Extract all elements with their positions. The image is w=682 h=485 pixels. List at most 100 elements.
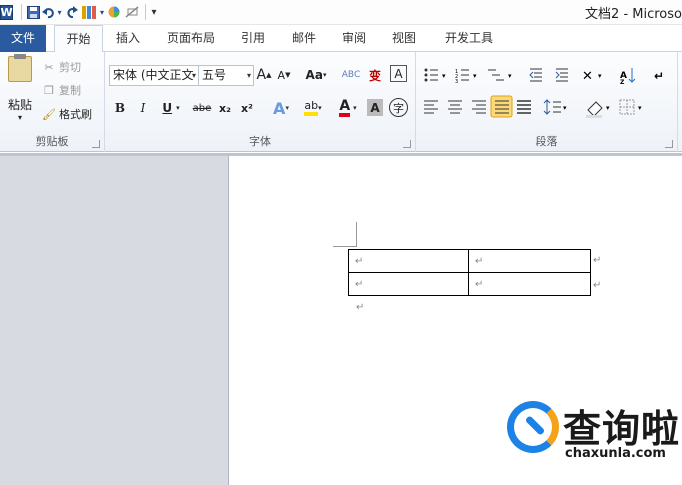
save-icon[interactable] [25, 2, 41, 22]
line-spacing-icon[interactable]: ▾ [543, 99, 567, 115]
subscript-button[interactable]: x₂ [216, 98, 234, 118]
clear-formatting-icon: ABC [341, 70, 361, 80]
paste-button[interactable]: 粘贴 ▾ [5, 54, 35, 122]
tab-page-layout[interactable]: 页面布局 [160, 25, 222, 52]
title-bar: W ▾ ▾ ▾ 文档2 - Microso [0, 0, 682, 25]
increase-indent-icon[interactable] [555, 68, 568, 82]
phonetic-guide-button[interactable]: 变 [365, 65, 385, 85]
format-painter-icon[interactable] [80, 2, 98, 22]
eraser-icon[interactable] [122, 2, 142, 22]
table-cell[interactable]: ↵ [468, 272, 591, 296]
align-right-icon[interactable] [472, 100, 486, 114]
font-color-dropdown-icon: ▾ [353, 104, 357, 112]
highlight-button[interactable]: ab ▾ [298, 98, 328, 118]
tab-insert[interactable]: 插入 [110, 25, 146, 52]
undo-dropdown-icon[interactable]: ▾ [55, 2, 64, 22]
paste-label: 粘贴 [7, 98, 32, 112]
chinese-layout-icon[interactable]: ✕ ▾ [582, 69, 602, 84]
cut-button[interactable]: ✂ 剪切 [42, 57, 81, 77]
text-effects-dropdown-icon: ▾ [285, 104, 289, 112]
svg-text:▾: ▾ [508, 72, 512, 80]
font-size-value: 五号 [202, 68, 227, 82]
superscript-icon: x² [241, 101, 253, 115]
tab-developer[interactable]: 开发工具 [438, 25, 500, 52]
font-size-dropdown-icon[interactable]: ▾ [247, 66, 251, 85]
document-table[interactable]: ↵ ↵ ↵ ↵ [348, 249, 591, 296]
distributed-icon[interactable] [517, 100, 531, 114]
row-end-mark: ↵ [593, 280, 602, 291]
font-launcher-icon[interactable] [403, 140, 411, 148]
undo-icon[interactable] [41, 2, 55, 22]
redo-icon[interactable] [64, 2, 80, 22]
quick-access-toolbar: W ▾ ▾ ▾ [0, 2, 159, 22]
font-size-combo[interactable]: 五号 ▾ [198, 65, 254, 86]
shrink-font-button[interactable]: A ▼ [275, 65, 293, 85]
borders-icon[interactable]: ▾ [619, 99, 642, 115]
character-shading-button[interactable]: A [367, 99, 383, 116]
svg-text:▾: ▾ [563, 104, 567, 112]
paragraph-launcher-icon[interactable] [665, 140, 673, 148]
enclose-characters-button[interactable]: 字 [389, 98, 408, 117]
paragraph-mark: ↵ [356, 302, 365, 313]
justify-icon[interactable] [490, 95, 513, 118]
font-color-button[interactable]: A ▾ [334, 98, 362, 118]
ribbon: 粘贴 ▾ ✂ 剪切 ❐ 复制 🖌 格式刷 剪贴板 宋体 (中文正文 ▾ 五号 ▾… [0, 52, 682, 152]
font-name-combo[interactable]: 宋体 (中文正文 ▾ [109, 65, 199, 86]
text-effects-button[interactable]: A ▾ [268, 98, 294, 118]
enclose-characters-icon: 字 [393, 101, 404, 115]
bullets-icon[interactable]: ▾ [424, 68, 447, 82]
shading-icon[interactable]: ▾ [586, 101, 610, 118]
strikethrough-button[interactable]: abe [191, 98, 213, 118]
italic-button[interactable]: I [134, 98, 152, 118]
format-painter-dropdown-icon[interactable]: ▾ [98, 2, 106, 22]
paste-dropdown-icon[interactable]: ▾ [5, 113, 35, 122]
table-cell[interactable]: ↵ [468, 249, 591, 273]
clear-formatting-button[interactable]: ABC [341, 65, 361, 85]
tab-mailings[interactable]: 邮件 [286, 25, 322, 52]
superscript-button[interactable]: x² [238, 98, 256, 118]
grow-font-icon: A [256, 67, 267, 83]
tab-home[interactable]: 开始 [54, 25, 103, 53]
tab-review[interactable]: 审阅 [336, 25, 372, 52]
copy-button[interactable]: ❐ 复制 [42, 80, 81, 100]
scissors-icon: ✂ [44, 60, 54, 74]
svg-text:▾: ▾ [598, 72, 602, 80]
grow-font-button[interactable]: A ▲ [255, 65, 273, 85]
bold-button[interactable]: B [111, 98, 129, 118]
table-cell[interactable]: ↵ [348, 272, 469, 296]
underline-button[interactable]: U ▾ [157, 98, 185, 118]
clipboard-launcher-icon[interactable] [92, 140, 100, 148]
numbering-icon[interactable]: 123▾ [455, 69, 477, 85]
qat-separator-2 [145, 4, 146, 20]
multilevel-list-icon[interactable]: ▾ [488, 69, 512, 81]
watermark-url: chaxunla.com [565, 446, 666, 461]
svg-text:✕: ✕ [582, 69, 593, 84]
tab-view[interactable]: 视图 [386, 25, 422, 52]
align-left-icon[interactable] [424, 100, 438, 114]
brush-icon: 🖌 [42, 107, 56, 121]
font-group-label: 字体 [249, 135, 271, 148]
show-marks-icon[interactable]: ↵ [654, 69, 664, 83]
tab-references[interactable]: 引用 [236, 25, 270, 52]
align-center-icon[interactable] [448, 100, 462, 114]
row-end-mark: ↵ [593, 255, 602, 266]
word-logo-icon[interactable]: W [0, 4, 13, 20]
sort-icon[interactable]: AZ [620, 68, 636, 86]
color-wheel-icon[interactable] [106, 2, 122, 22]
change-case-button[interactable]: Aa ▾ [302, 65, 330, 85]
font-name-dropdown-icon[interactable]: ▾ [192, 66, 196, 85]
font-group: 宋体 (中文正文 ▾ 五号 ▾ A ▲ A ▼ Aa ▾ ABC 变 A B I U ▾… [105, 52, 416, 152]
customize-qat-icon[interactable]: ▾ [149, 2, 159, 22]
paragraph-group: ▾ 1 2 3 ▾ ▾ ✕ ▾ AZ ↵ ▾ ▾ ▾ 段落 [416, 52, 678, 152]
table-cell[interactable]: ↵ [348, 249, 469, 273]
character-border-icon: A [394, 66, 403, 81]
format-painter-button[interactable]: 🖌 格式刷 [42, 104, 92, 124]
character-border-button[interactable]: A [390, 65, 407, 82]
svg-text:▾: ▾ [442, 72, 446, 80]
format-painter-label: 格式刷 [59, 108, 92, 121]
tab-file[interactable]: 文件 [0, 25, 46, 52]
underline-icon: U [162, 101, 173, 115]
clipboard-group: 粘贴 ▾ ✂ 剪切 ❐ 复制 🖌 格式刷 剪贴板 [0, 52, 105, 152]
strikethrough-icon: abe [192, 102, 212, 114]
decrease-indent-icon[interactable] [529, 68, 542, 82]
